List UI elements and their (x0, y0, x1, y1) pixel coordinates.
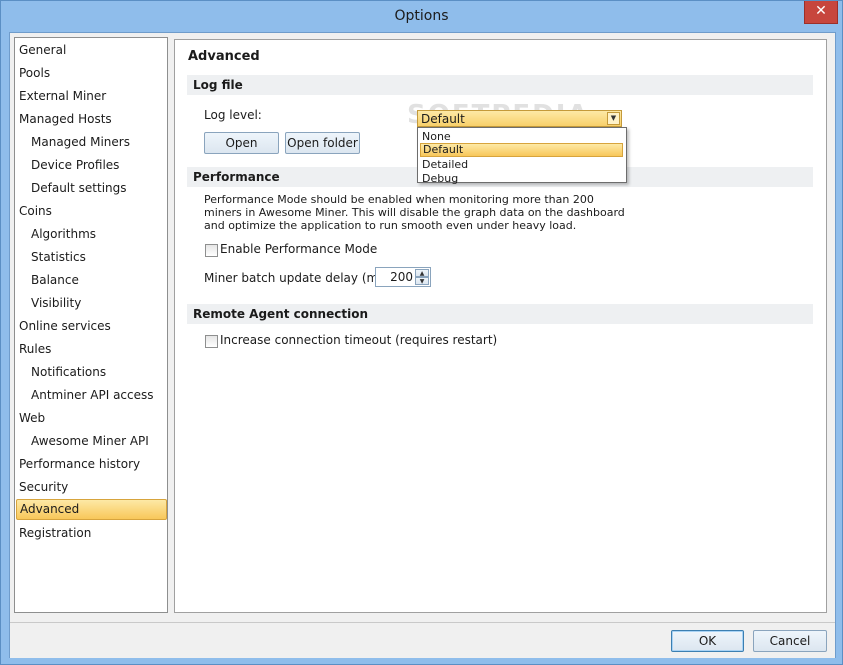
increase-timeout-checkbox[interactable] (205, 335, 218, 348)
log-level-option-default[interactable]: Default (420, 143, 623, 157)
spin-down-icon[interactable]: ▼ (415, 277, 429, 285)
options-category-list[interactable]: General Pools External Miner Managed Hos… (14, 37, 168, 613)
dialog-client-area: General Pools External Miner Managed Hos… (9, 32, 836, 658)
sidebar-item-default-settings[interactable]: Default settings (16, 178, 165, 199)
sidebar-item-general[interactable]: General (16, 40, 165, 61)
sidebar-item-rules[interactable]: Rules (16, 339, 165, 360)
log-level-value: Default (421, 112, 465, 126)
log-level-option-none[interactable]: None (420, 130, 623, 144)
sidebar-item-antminer-api-access[interactable]: Antminer API access (16, 385, 165, 406)
log-level-select[interactable]: Default ▼ (417, 110, 622, 127)
log-level-label: Log level: (204, 108, 262, 122)
section-header-log-file: Log file (187, 75, 813, 95)
section-header-remote-agent: Remote Agent connection (187, 304, 813, 324)
close-button[interactable]: ✕ (804, 1, 838, 24)
increase-timeout-label[interactable]: Increase connection timeout (requires re… (220, 333, 497, 347)
settings-panel: Advanced SOFTPEDIA Log file Log level: D… (174, 39, 827, 613)
sidebar-item-visibility[interactable]: Visibility (16, 293, 165, 314)
log-level-dropdown-list[interactable]: None Default Detailed Debug (417, 127, 627, 186)
log-level-option-detailed[interactable]: Detailed (420, 158, 623, 172)
sidebar-item-advanced[interactable]: Advanced (16, 499, 167, 520)
open-log-folder-button[interactable]: Open folder (285, 132, 360, 154)
enable-performance-mode-checkbox[interactable] (205, 244, 218, 257)
sidebar-item-device-profiles[interactable]: Device Profiles (16, 155, 165, 176)
cancel-button[interactable]: Cancel (753, 630, 827, 652)
ok-button[interactable]: OK (671, 630, 744, 652)
close-icon: ✕ (815, 3, 827, 19)
sidebar-item-registration[interactable]: Registration (16, 523, 165, 544)
batch-delay-label: Miner batch update delay (ms): (204, 271, 394, 285)
sidebar-item-managed-hosts[interactable]: Managed Hosts (16, 109, 165, 130)
sidebar-item-coins[interactable]: Coins (16, 201, 165, 222)
options-window: Options ✕ General Pools External Miner M… (0, 0, 843, 665)
chevron-down-icon[interactable]: ▼ (607, 112, 620, 125)
open-log-button[interactable]: Open (204, 132, 279, 154)
sidebar-item-external-miner[interactable]: External Miner (16, 86, 165, 107)
batch-delay-value[interactable]: 200 (390, 270, 413, 284)
sidebar-item-statistics[interactable]: Statistics (16, 247, 165, 268)
sidebar-item-security[interactable]: Security (16, 477, 165, 498)
performance-description: Performance Mode should be enabled when … (204, 193, 625, 232)
spin-up-icon[interactable]: ▲ (415, 269, 429, 277)
sidebar-item-algorithms[interactable]: Algorithms (16, 224, 165, 245)
sidebar-item-web[interactable]: Web (16, 408, 165, 429)
batch-delay-stepper[interactable]: 200 ▲ ▼ (375, 267, 431, 287)
sidebar-item-online-services[interactable]: Online services (16, 316, 165, 337)
window-title: Options (394, 8, 449, 24)
sidebar-item-performance-history[interactable]: Performance history (16, 454, 165, 475)
dialog-footer: OK Cancel (10, 622, 835, 658)
sidebar-item-awesome-miner-api[interactable]: Awesome Miner API (16, 431, 165, 452)
sidebar-item-pools[interactable]: Pools (16, 63, 165, 84)
log-level-option-debug[interactable]: Debug (420, 172, 623, 186)
page-title: Advanced (188, 49, 260, 64)
enable-performance-mode-label[interactable]: Enable Performance Mode (220, 242, 377, 256)
sidebar-item-managed-miners[interactable]: Managed Miners (16, 132, 165, 153)
sidebar-item-balance[interactable]: Balance (16, 270, 165, 291)
sidebar-item-notifications[interactable]: Notifications (16, 362, 165, 383)
